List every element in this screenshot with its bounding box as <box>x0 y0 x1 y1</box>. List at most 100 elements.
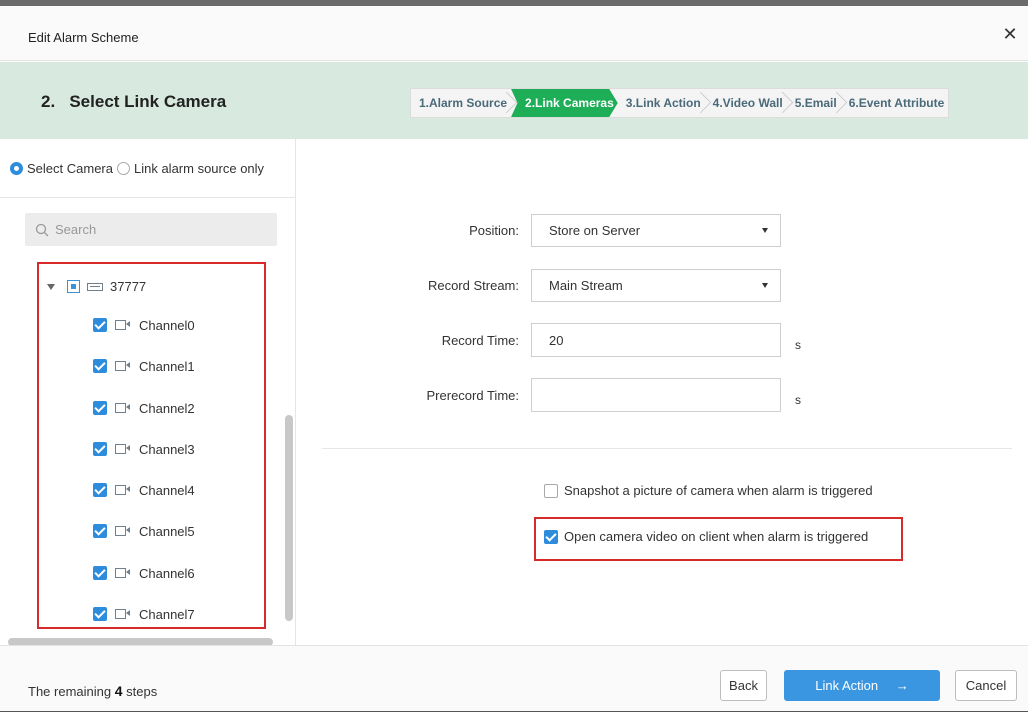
dropdown-arrow-icon <box>762 227 768 233</box>
record-stream-row: Record Stream: Main Stream <box>297 268 781 302</box>
search-input[interactable] <box>55 222 255 237</box>
checkbox-checked-icon[interactable] <box>93 442 107 456</box>
tree-node-channel[interactable]: Channel5 <box>93 521 195 541</box>
tree-node-channel[interactable]: Channel4 <box>93 480 195 500</box>
position-value: Store on Server <box>549 222 641 238</box>
checkbox-checked-icon[interactable] <box>544 529 558 544</box>
checkbox-checked-icon[interactable] <box>93 524 107 538</box>
step-email[interactable]: 5.Email <box>787 89 841 117</box>
radio-select-camera[interactable]: Select Camera <box>10 161 113 176</box>
prerecord-time-unit: s <box>795 393 801 407</box>
camera-icon <box>115 567 130 579</box>
prerecord-time-row: Prerecord Time: s <box>297 378 801 412</box>
remaining-suffix: steps <box>126 684 158 699</box>
remaining-steps-text: The remaining 4 steps <box>28 683 157 699</box>
device-icon <box>87 282 103 291</box>
divider <box>0 197 296 198</box>
tree-node-channel[interactable]: Channel2 <box>93 398 195 418</box>
dropdown-arrow-icon <box>762 282 768 288</box>
step-video-wall[interactable]: 4.Video Wall <box>705 89 787 117</box>
divider <box>322 448 1012 449</box>
radio-select-camera-label: Select Camera <box>27 161 113 176</box>
camera-tree: 37777 Channel0 Channel1 Channel2 Channel… <box>37 262 266 629</box>
channel-label: Channel2 <box>139 400 195 416</box>
step-link-action[interactable]: 3.Link Action <box>618 89 705 117</box>
channel-label: Channel6 <box>139 565 195 581</box>
step-link-cameras[interactable]: 2.Link Cameras <box>511 89 618 117</box>
search-icon <box>35 223 49 236</box>
checkbox-checked-icon[interactable] <box>93 359 107 373</box>
dialog-footer: The remaining 4 steps Back Link Action →… <box>0 645 1028 711</box>
dialog-titlebar: Edit Alarm Scheme ✕ <box>0 6 1028 61</box>
record-time-input[interactable] <box>531 323 781 357</box>
channel-label: Channel0 <box>139 317 195 333</box>
edit-alarm-scheme-dialog: Edit Alarm Scheme ✕ 2. Select Link Camer… <box>0 6 1028 711</box>
partial-checkbox[interactable] <box>67 280 80 293</box>
close-icon[interactable]: ✕ <box>1002 25 1018 43</box>
radio-on-icon[interactable] <box>10 162 23 175</box>
caret-down-icon[interactable] <box>47 283 55 290</box>
camera-icon <box>115 319 130 331</box>
checkbox-checked-icon[interactable] <box>93 401 107 415</box>
channel-label: Channel7 <box>139 606 195 622</box>
camera-mode-radio-group: Select Camera Link alarm source only <box>10 161 268 176</box>
search-box[interactable] <box>25 213 277 246</box>
record-time-label: Record Time: <box>441 332 519 348</box>
radio-link-alarm-source-only[interactable]: Link alarm source only <box>116 161 265 176</box>
channel-label: Channel5 <box>139 523 195 539</box>
camera-icon <box>115 360 130 372</box>
checkbox-checked-icon[interactable] <box>93 607 107 621</box>
tree-node-channel[interactable]: Channel6 <box>93 563 195 583</box>
step-navigation: 1.Alarm Source 2.Link Cameras 3.Link Act… <box>410 88 950 118</box>
prerecord-time-input[interactable] <box>531 378 781 412</box>
snapshot-option[interactable]: Snapshot a picture of camera when alarm … <box>544 483 873 498</box>
checkbox-unchecked-icon[interactable] <box>544 483 558 498</box>
cancel-button[interactable]: Cancel <box>955 670 1017 701</box>
remaining-prefix: The remaining <box>28 684 112 699</box>
checkbox-checked-icon[interactable] <box>93 566 107 580</box>
tree-node-channel[interactable]: Channel1 <box>93 356 195 376</box>
remaining-count: 4 <box>114 683 123 699</box>
vertical-scrollbar[interactable] <box>285 415 293 621</box>
camera-icon <box>115 402 130 414</box>
back-button[interactable]: Back <box>720 670 767 701</box>
checkbox-checked-icon[interactable] <box>93 318 107 332</box>
link-action-button[interactable]: Link Action → <box>784 670 940 701</box>
record-stream-select[interactable]: Main Stream <box>531 268 781 302</box>
prerecord-time-label: Prerecord Time: <box>426 387 519 403</box>
record-time-row: Record Time: s <box>297 323 801 357</box>
camera-tree-pane: Select Camera Link alarm source only 377… <box>0 139 296 646</box>
arrow-right-icon: → <box>895 678 909 693</box>
record-stream-label: Record Stream: <box>427 277 519 293</box>
snapshot-label: Snapshot a picture of camera when alarm … <box>564 483 873 498</box>
link-action-label: Link Action <box>815 678 879 693</box>
open-video-label: Open camera video on client when alarm i… <box>564 529 869 544</box>
device-label: 37777 <box>110 279 147 294</box>
record-time-unit: s <box>795 338 801 352</box>
step-event-attribute[interactable]: 6.Event Attribute <box>841 89 949 117</box>
checkbox-checked-icon[interactable] <box>93 483 107 497</box>
channel-label: Channel1 <box>139 358 195 374</box>
tree-node-channel[interactable]: Channel3 <box>93 439 195 459</box>
position-label: Position: <box>469 222 519 238</box>
dialog-title: Edit Alarm Scheme <box>28 30 139 45</box>
camera-icon <box>115 608 130 620</box>
camera-icon <box>115 443 130 455</box>
record-settings-pane: Position: Store on Server Record Stream:… <box>297 139 1028 645</box>
position-row: Position: Store on Server <box>297 213 781 247</box>
record-stream-value: Main Stream <box>549 277 623 293</box>
radio-link-only-label: Link alarm source only <box>133 161 265 176</box>
step-bar: 2. Select Link Camera 1.Alarm Source 2.L… <box>0 62 1028 139</box>
step-alarm-source[interactable]: 1.Alarm Source <box>411 89 511 117</box>
open-video-option[interactable]: Open camera video on client when alarm i… <box>544 529 868 544</box>
channel-label: Channel3 <box>139 441 195 457</box>
tree-node-channel[interactable]: Channel7 <box>93 604 195 624</box>
channel-label: Channel4 <box>139 482 195 498</box>
window-bottom-border <box>0 711 1028 718</box>
radio-off-icon[interactable] <box>116 162 130 175</box>
camera-icon <box>115 525 130 537</box>
position-select[interactable]: Store on Server <box>531 213 781 247</box>
tree-node-channel[interactable]: Channel0 <box>93 315 195 335</box>
tree-node-device[interactable]: 37777 <box>47 279 146 294</box>
step-heading: 2. Select Link Camera <box>41 92 227 111</box>
